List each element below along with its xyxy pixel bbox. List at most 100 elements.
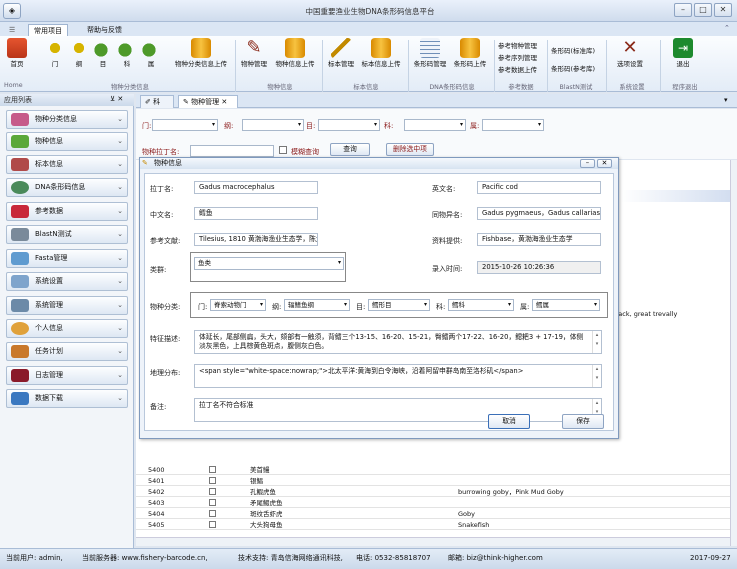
delete-selected-button[interactable]: 删除选中项: [386, 143, 434, 156]
ref-upload-button[interactable]: 参考数据上传: [498, 64, 544, 76]
sidebar-item-blast[interactable]: BlastN测试 ⌄: [6, 225, 128, 244]
blast-icon: [11, 228, 29, 241]
class-genus-select[interactable]: 鳕属 ▾: [532, 299, 600, 311]
category-label: 类群:: [150, 266, 167, 274]
row-checkbox[interactable]: [209, 521, 216, 528]
note-field[interactable]: 拉丁名不符合标准 ▴ ▾: [194, 398, 602, 422]
table-row[interactable]: 5400 美首鳗: [136, 465, 730, 475]
quick-access-icon[interactable]: ☰: [4, 24, 20, 36]
row-checkbox[interactable]: [209, 499, 216, 506]
table-row[interactable]: 5403 矛尾鰕虎鱼: [136, 498, 730, 508]
species-manage-button[interactable]: ✎ 物种管理: [238, 38, 270, 69]
distribution-field[interactable]: <span style="white-space:nowrap;">北太平洋:黄…: [194, 364, 602, 388]
sidebar-item-download[interactable]: 数据下载 ⌄: [6, 389, 128, 408]
dialog-minimize-button[interactable]: –: [580, 159, 595, 168]
taxonomy-upload-button[interactable]: 物种分类信息上传: [170, 38, 232, 68]
sidebar-item-sysadmin[interactable]: 系统管理 ⌄: [6, 296, 128, 315]
class-select[interactable]: ▾: [242, 119, 304, 131]
sidebar-item-settings[interactable]: 系统设置 ⌄: [6, 272, 128, 291]
sidebar-item-tasks[interactable]: 任务计划 ⌄: [6, 342, 128, 361]
class-class-select[interactable]: 辐鳍鱼纲 ▾: [284, 299, 350, 311]
latin-label: 拉丁名:: [150, 185, 174, 193]
class-family-select[interactable]: 鳕科 ▾: [448, 299, 514, 311]
phylum-select[interactable]: ▾: [152, 119, 218, 131]
database-icon: [191, 38, 211, 58]
sidebar-item-species[interactable]: 物种信息 ⌄: [6, 132, 128, 151]
home-button[interactable]: 首页: [4, 38, 30, 68]
family-select[interactable]: ▾: [404, 119, 466, 131]
database-icon: [371, 38, 391, 58]
latin-field[interactable]: Gadus macrocephalus: [194, 181, 318, 194]
description-field[interactable]: 体延长，尾部侧扁，头大，颏部有一触须，背鳍三个13-15、16-20、15-21…: [194, 330, 602, 354]
family-button[interactable]: 科: [116, 38, 138, 68]
dialog-icon: ✎: [142, 159, 148, 167]
sidebar-item-taxonomy[interactable]: 物种分类信息 ⌄: [6, 110, 128, 129]
class-order-label: 目:: [356, 303, 366, 311]
specimen-upload-button[interactable]: 标本信息上传: [358, 38, 404, 68]
maximize-button[interactable]: □: [694, 3, 712, 17]
english-label: 英文名:: [432, 185, 456, 193]
sidebar-item-dna[interactable]: DNA条形码信息 ⌄: [6, 178, 128, 197]
options-button[interactable]: ✕ 选项设置: [610, 38, 650, 69]
ribbon-separator: [235, 40, 236, 92]
app-menu-icon[interactable]: ◈: [3, 3, 21, 19]
species-icon: [11, 135, 29, 148]
table-row[interactable]: 5402 孔鰕虎鱼 burrowing goby，Pink Mud Goby: [136, 487, 730, 497]
sidebar-item-specimen[interactable]: 标本信息 ⌄: [6, 155, 128, 174]
exit-button[interactable]: ⇥ 退出: [668, 38, 698, 68]
genus-select[interactable]: ▾: [482, 119, 544, 131]
class-phylum-label: 门:: [198, 303, 208, 311]
row-checkbox[interactable]: [209, 488, 216, 495]
grid-vertical-scrollbar[interactable]: [730, 160, 737, 546]
order-button[interactable]: 目: [92, 38, 114, 68]
barcode-reference-button[interactable]: 条形码(参考库): [551, 60, 601, 78]
tab-species-manage[interactable]: ✎ 物种管理 ✕: [178, 95, 238, 108]
cancel-button[interactable]: 取消: [488, 414, 530, 429]
fuzzy-checkbox[interactable]: [279, 146, 287, 154]
synonym-field[interactable]: Gadus pygmaeus，Gadus callarias macr: [477, 207, 601, 220]
save-button[interactable]: 保存: [562, 414, 604, 429]
class-button[interactable]: 纲: [68, 38, 90, 68]
tab-family[interactable]: ✐ 科: [140, 95, 174, 108]
specimen-manage-button[interactable]: 标本管理: [325, 38, 357, 68]
tab-dropdown-icon[interactable]: ▾: [724, 96, 728, 104]
genus-button[interactable]: 属: [140, 38, 162, 68]
ref-species-button[interactable]: 参考物种管理: [498, 40, 544, 52]
barcode-upload-button[interactable]: 条形码上传: [451, 38, 489, 68]
sprout-icon: [141, 38, 161, 58]
table-row[interactable]: 5404 斑纹舌虾虎 Goby: [136, 509, 730, 519]
phylum-button[interactable]: 门: [44, 38, 66, 68]
category-select[interactable]: 鱼类 ▾: [194, 257, 344, 270]
row-checkbox[interactable]: [209, 477, 216, 484]
sidebar-item-fasta[interactable]: Fasta管理 ⌄: [6, 249, 128, 268]
latin-name-input[interactable]: [190, 145, 274, 157]
minimize-button[interactable]: –: [674, 3, 692, 17]
sidebar-item-ref[interactable]: 参考数据 ⌄: [6, 202, 128, 221]
source-field[interactable]: Fishbase，黄渤海渔业生态学: [477, 233, 601, 246]
chinese-field[interactable]: 鳕鱼: [194, 207, 318, 220]
ref-sequence-button[interactable]: 参考序列管理: [498, 52, 544, 64]
order-select[interactable]: ▾: [318, 119, 380, 131]
table-row[interactable]: 5405 大头狗母鱼 Snakefish: [136, 520, 730, 530]
dialog-close-button[interactable]: ✕: [597, 159, 612, 168]
pin-icon[interactable]: ⊻ ✕: [110, 95, 123, 103]
row-checkbox[interactable]: [209, 466, 216, 473]
tab-common[interactable]: 常用项目: [28, 24, 68, 36]
tab-help[interactable]: 帮助与反馈: [82, 24, 127, 36]
barcode-manage-button[interactable]: 条形码管理: [411, 38, 449, 68]
sidebar-item-logs[interactable]: 日志管理 ⌄: [6, 366, 128, 385]
english-field[interactable]: Pacific cod: [477, 181, 601, 194]
reference-field[interactable]: Tilesius, 1810 黄渤海渔业生态学，陈大: [194, 233, 318, 246]
close-button[interactable]: ✕: [714, 3, 732, 17]
row-checkbox[interactable]: [209, 510, 216, 517]
species-upload-button[interactable]: 物种信息上传: [272, 38, 318, 68]
class-phylum-select[interactable]: 脊索动物门 ▾: [210, 299, 266, 311]
barcode-standard-button[interactable]: 条形码(标准库): [551, 42, 601, 60]
ribbon-collapse-icon[interactable]: ⌃: [724, 24, 730, 32]
query-button[interactable]: 查询: [330, 143, 370, 156]
table-row[interactable]: 5401 银鲳: [136, 476, 730, 486]
group-label-dna: DNA条形码信息: [429, 84, 475, 91]
class-order-select[interactable]: 鳕形目 ▾: [368, 299, 430, 311]
sidebar-item-profile[interactable]: 个人信息 ⌄: [6, 319, 128, 338]
grid-horizontal-scrollbar[interactable]: [136, 537, 730, 546]
